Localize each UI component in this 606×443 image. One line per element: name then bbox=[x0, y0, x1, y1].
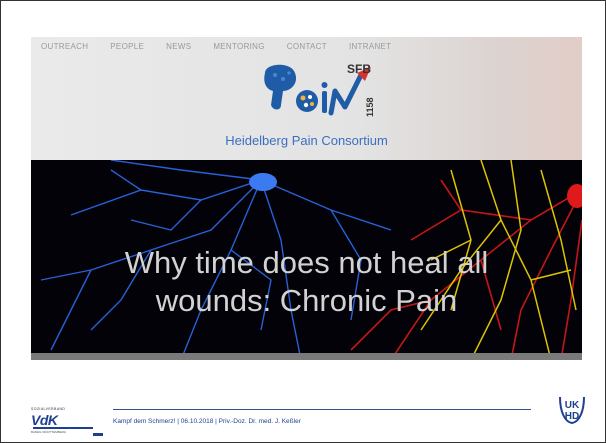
cell-icon bbox=[296, 90, 318, 112]
ukhd-logo: UK HD bbox=[559, 396, 585, 425]
svg-text:HD: HD bbox=[565, 411, 579, 422]
headline-line-2: wounds: Chronic Pain bbox=[155, 283, 458, 318]
svg-text:SFB: SFB bbox=[347, 62, 371, 76]
vdk-logo: SOZIALVERBAND VdK BADEN-WÜRTTEMBERG bbox=[31, 407, 107, 437]
nav-item-mentoring[interactable]: MENTORING bbox=[213, 42, 264, 51]
nav-item-contact[interactable]: CONTACT bbox=[287, 42, 327, 51]
svg-text:1158: 1158 bbox=[365, 97, 375, 117]
brain-icon bbox=[264, 64, 297, 110]
headline-line-1: Why time does not heal all bbox=[124, 245, 489, 280]
hero-headline: Why time does not heal all wounds: Chron… bbox=[31, 244, 582, 320]
svg-text:UK: UK bbox=[565, 400, 580, 411]
site-title: Heidelberg Pain Consortium bbox=[225, 133, 388, 148]
nav-item-intranet[interactable]: INTRANET bbox=[349, 42, 391, 51]
nav-item-people[interactable]: PEOPLE bbox=[110, 42, 144, 51]
nav-item-outreach[interactable]: OUTREACH bbox=[41, 42, 88, 51]
main-nav: OUTREACH PEOPLE NEWS MENTORING CONTACT I… bbox=[41, 42, 391, 51]
nav-item-news[interactable]: NEWS bbox=[166, 42, 191, 51]
slide: OUTREACH PEOPLE NEWS MENTORING CONTACT I… bbox=[0, 0, 606, 443]
footer-divider bbox=[113, 409, 531, 410]
footer-caption: Kampf dem Schmerz! | 06.10.2018 | Priv.-… bbox=[113, 418, 301, 425]
sfb-pain-logo[interactable]: SFB 1158 bbox=[251, 61, 391, 125]
website-screenshot: OUTREACH PEOPLE NEWS MENTORING CONTACT I… bbox=[31, 37, 582, 360]
image-bottom-strip bbox=[31, 353, 582, 360]
